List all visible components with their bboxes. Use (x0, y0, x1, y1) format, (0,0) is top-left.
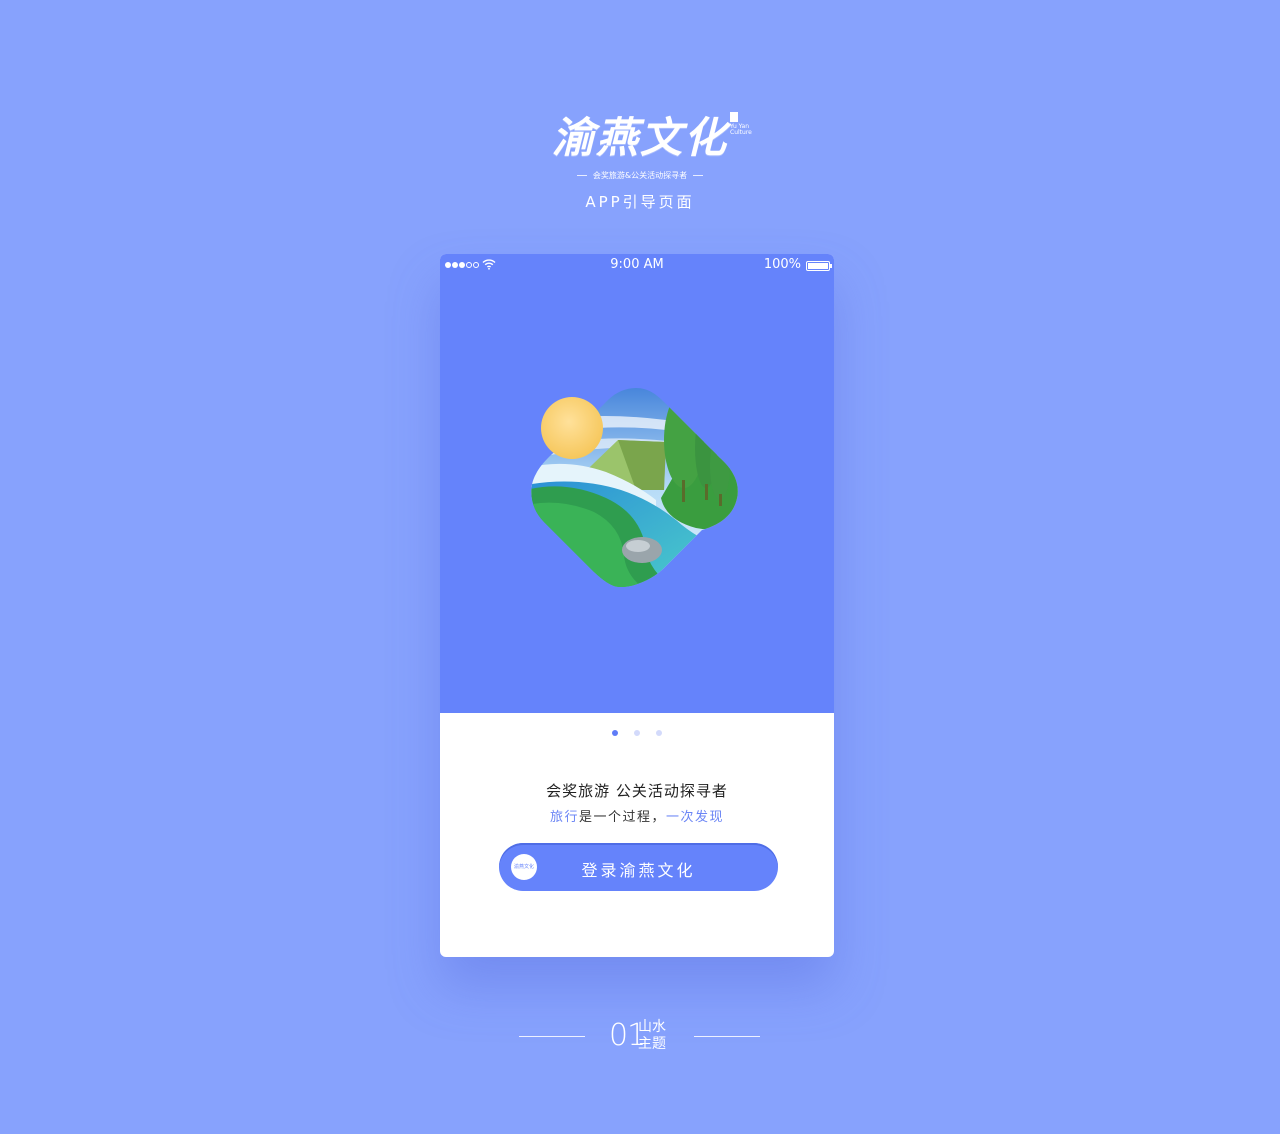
subline-highlight-1: 旅行 (549, 810, 579, 825)
slogan-text: 会奖旅游&公关活动探寻者 (592, 171, 688, 180)
footer-divider-left (519, 1036, 585, 1037)
brand-title: 渝燕文化 (551, 113, 728, 162)
brand-slogan: 会奖旅游&公关活动探寻者 (0, 170, 1280, 181)
brand-logo: 渝燕文化 Yu Yan Culture (551, 108, 752, 168)
page-dot-1[interactable] (612, 730, 618, 736)
slogan-divider-left (576, 175, 587, 176)
footer-divider-right (694, 1036, 760, 1037)
page-dot-2[interactable] (634, 730, 640, 736)
phone-mockup: 9:00 AM 100% 会奖旅游 公关活动探寻者 旅行是一个过程，一次发现 渝… (440, 254, 834, 957)
brand-mark: Yu Yan Culture (730, 112, 754, 136)
brand-subtitle: APP引导页面 (585, 193, 695, 211)
landscape-illustration (531, 388, 738, 588)
theme-label: 山水 主题 (638, 1019, 666, 1053)
onboarding-tagline: 会奖旅游 公关活动探寻者 (546, 782, 728, 800)
onboarding-hero: 9:00 AM 100% (440, 254, 834, 713)
brand-square-icon (730, 112, 738, 122)
login-button-label: 登录渝燕文化 (581, 863, 696, 880)
battery-percent: 100% (763, 257, 801, 272)
onboarding-subline: 旅行是一个过程，一次发现 (440, 806, 834, 825)
theme-label-line1: 山水 (638, 1019, 666, 1035)
page-dot-3[interactable] (656, 730, 662, 736)
slogan-divider-right (693, 175, 704, 176)
brand-header: 渝燕文化 Yu Yan Culture 会奖旅游&公关活动探寻者 APP引导页面 (0, 108, 1280, 212)
theme-label-line2: 主题 (638, 1036, 666, 1052)
subline-highlight-2: 一次发现 (666, 810, 725, 825)
battery-icon (806, 261, 832, 271)
subline-middle: 是一个过程， (578, 810, 666, 825)
status-bar: 9:00 AM 100% (440, 254, 834, 276)
sun-icon (541, 397, 603, 459)
brand-english: Yu Yan Culture (730, 123, 752, 136)
login-button[interactable]: 渝燕文化 登录渝燕文化 (499, 843, 778, 891)
page-indicator (440, 730, 834, 736)
theme-footer: 01 山水 主题 (0, 1017, 1280, 1057)
